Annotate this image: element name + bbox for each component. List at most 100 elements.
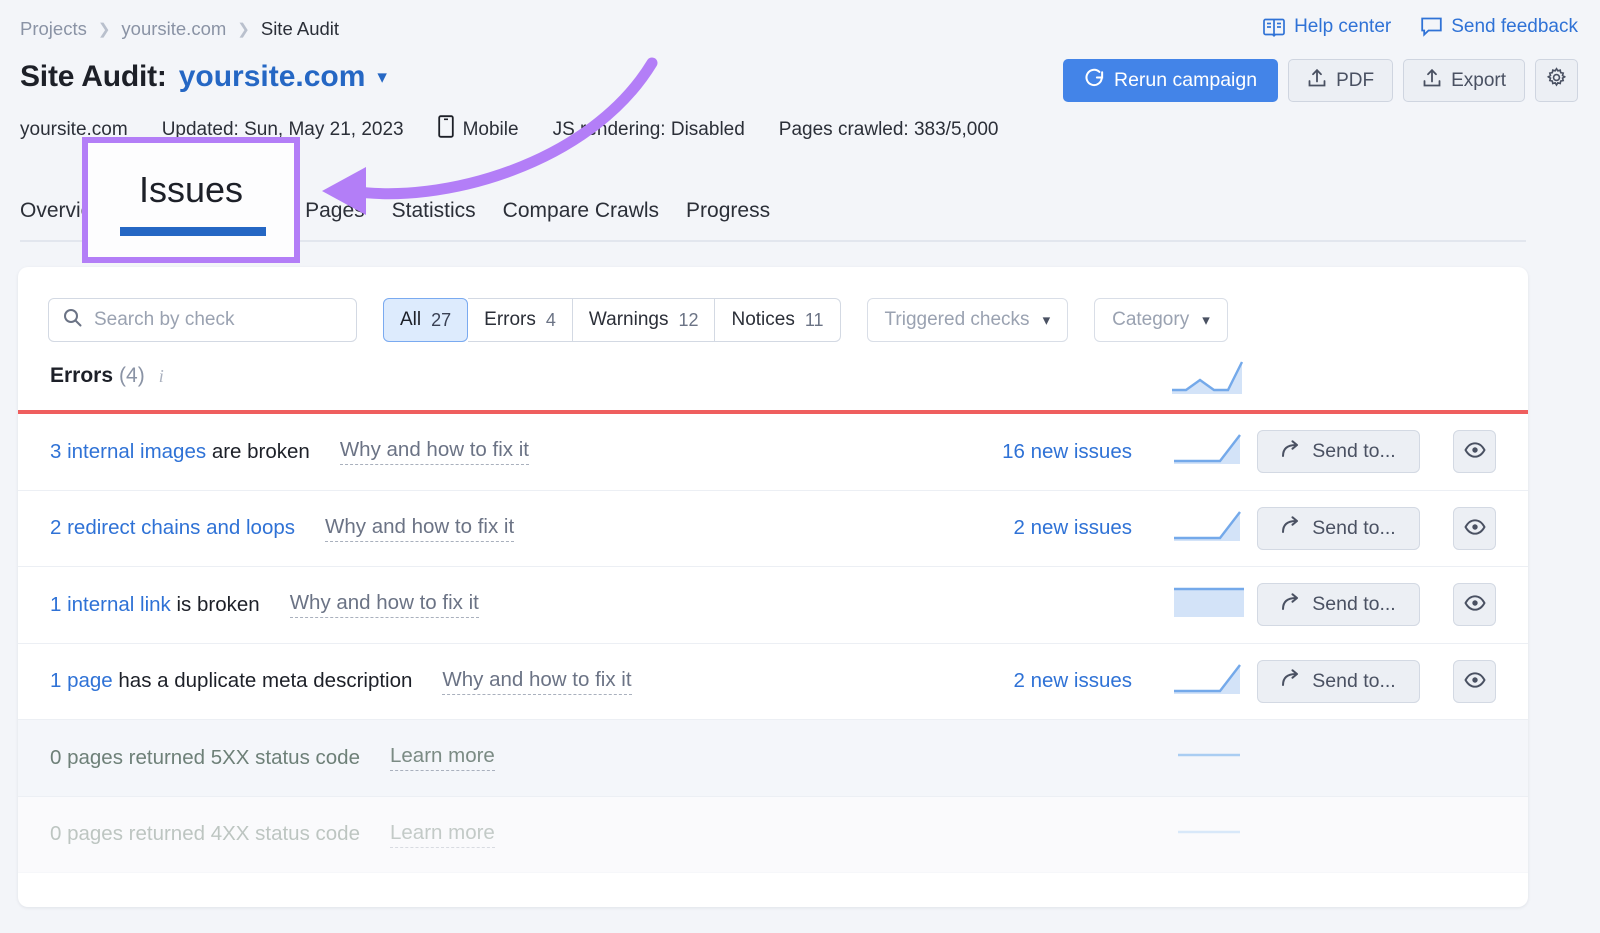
toggle-visibility-button[interactable] — [1453, 506, 1496, 550]
send-to-button[interactable]: Send to... — [1257, 659, 1420, 703]
search-input[interactable] — [94, 309, 342, 331]
chevron-down-icon: ▾ — [1202, 312, 1210, 329]
refresh-icon — [1084, 67, 1105, 94]
breadcrumb-item-projects[interactable]: Projects — [20, 18, 87, 40]
new-issues-link[interactable]: 16 new issues — [1002, 440, 1132, 464]
eye-icon — [1463, 519, 1486, 538]
eye-icon — [1463, 442, 1486, 461]
send-to-label: Send to... — [1312, 593, 1396, 616]
segment-errors[interactable]: Errors 4 — [468, 298, 573, 342]
segment-notices[interactable]: Notices 11 — [715, 298, 841, 342]
gear-icon — [1546, 67, 1567, 94]
breadcrumb-item-site-audit[interactable]: Site Audit — [261, 18, 339, 40]
table-row[interactable]: 2 redirect chains and loops Why and how … — [18, 491, 1528, 567]
upload-icon — [1422, 68, 1442, 94]
search-box[interactable] — [48, 298, 357, 342]
send-feedback-label: Send feedback — [1451, 16, 1578, 37]
table-row[interactable]: 0 pages returned 5XX status code Learn m… — [18, 720, 1528, 797]
info-icon[interactable]: i — [159, 366, 164, 387]
send-to-label: Send to... — [1312, 440, 1396, 463]
send-to-button[interactable]: Send to... — [1257, 506, 1420, 550]
upload-icon — [1307, 68, 1327, 94]
table-row[interactable]: 0 pages returned 4XX status code Learn m… — [18, 796, 1528, 873]
why-how-to-fix-link[interactable]: Why and how to fix it — [325, 515, 515, 542]
speech-bubble-icon — [1421, 17, 1442, 37]
issue-title: 0 pages returned 4XX status code — [50, 822, 360, 846]
send-to-label: Send to... — [1312, 516, 1396, 539]
triggered-checks-dropdown[interactable]: Triggered checks ▾ — [866, 298, 1069, 342]
help-center-label: Help center — [1294, 16, 1392, 37]
top-utility-links: Help center Send feedback — [1263, 16, 1578, 38]
errors-section-count: (4) — [119, 364, 145, 387]
book-icon — [1263, 18, 1285, 37]
share-arrow-icon — [1281, 440, 1302, 464]
toggle-visibility-button[interactable] — [1453, 583, 1496, 627]
issues-card: All 27 Errors 4 Warnings 12 Notices 11 T… — [18, 267, 1528, 907]
issue-rest: are broken — [206, 439, 310, 463]
share-arrow-icon — [1281, 516, 1302, 540]
annotation-arrow — [322, 57, 658, 215]
breadcrumb-item-site[interactable]: yoursite.com — [121, 18, 226, 40]
learn-more-link[interactable]: Learn more — [389, 821, 495, 848]
help-center-link[interactable]: Help center — [1263, 16, 1391, 38]
page-title-prefix: Site Audit: — [20, 60, 167, 93]
table-row[interactable]: 3 internal images are broken Why and how… — [18, 414, 1528, 491]
send-to-button[interactable]: Send to... — [1257, 430, 1420, 474]
eye-icon — [1463, 595, 1486, 614]
export-button[interactable]: Export — [1403, 59, 1525, 102]
issue-title: 0 pages returned 5XX status code — [50, 745, 360, 769]
why-how-to-fix-link[interactable]: Why and how to fix it — [339, 438, 529, 466]
errors-section-header: Errors (4) i — [18, 342, 1528, 410]
issue-link[interactable]: 1 page — [50, 669, 113, 692]
segment-warnings[interactable]: Warnings 12 — [572, 298, 716, 342]
table-row[interactable]: 1 page has a duplicate meta description … — [18, 644, 1528, 720]
segment-all-count: 27 — [431, 309, 452, 330]
breadcrumb: Projects ❯ yoursite.com ❯ Site Audit — [20, 18, 339, 40]
breadcrumb-separator-icon: ❯ — [97, 21, 111, 38]
search-icon — [63, 308, 82, 332]
new-issues-link[interactable]: 2 new issues — [1013, 669, 1132, 693]
errors-section-sparkline — [1168, 356, 1252, 403]
issues-filter-bar: All 27 Errors 4 Warnings 12 Notices 11 T… — [18, 267, 1528, 342]
rerun-campaign-button[interactable]: Rerun campaign — [1062, 59, 1279, 102]
new-issues-link[interactable]: 2 new issues — [1013, 516, 1132, 540]
segment-warnings-label: Warnings — [588, 309, 669, 330]
segment-errors-count: 4 — [545, 309, 556, 330]
issue-title: 3 internal images are broken — [50, 440, 310, 464]
segment-notices-label: Notices — [731, 309, 795, 330]
learn-more-link[interactable]: Learn more — [389, 744, 495, 772]
row-sparkline — [1170, 429, 1248, 474]
send-to-button[interactable]: Send to... — [1257, 583, 1420, 627]
why-how-to-fix-link[interactable]: Why and how to fix it — [289, 591, 479, 619]
chevron-down-icon: ▾ — [1042, 312, 1051, 329]
category-label: Category — [1112, 309, 1190, 330]
issue-link[interactable]: 3 internal images — [50, 440, 206, 463]
meta-pages-crawled: Pages crawled: 383/5,000 — [778, 118, 999, 140]
settings-button[interactable] — [1535, 59, 1578, 102]
send-feedback-link[interactable]: Send feedback — [1421, 16, 1578, 38]
breadcrumb-separator-icon: ❯ — [237, 21, 250, 38]
annotation-callout-box: Issues — [82, 137, 300, 263]
triggered-checks-label: Triggered checks — [884, 309, 1030, 330]
issue-title: 1 page has a duplicate meta description — [50, 669, 412, 693]
toggle-visibility-button[interactable] — [1453, 430, 1496, 474]
share-arrow-icon — [1281, 669, 1302, 693]
send-to-label: Send to... — [1312, 669, 1396, 692]
category-dropdown[interactable]: Category ▾ — [1094, 298, 1228, 342]
header-actions: Rerun campaign PDF Export — [1062, 59, 1578, 102]
row-sparkline — [1170, 659, 1248, 704]
segment-all-label: All — [400, 309, 422, 330]
segment-all[interactable]: All 27 — [383, 298, 469, 342]
issue-type-segmented-control: All 27 Errors 4 Warnings 12 Notices 11 — [383, 298, 841, 342]
eye-icon — [1463, 672, 1486, 691]
table-row[interactable]: 1 internal link is broken Why and how to… — [18, 567, 1528, 644]
row-sparkline — [1170, 582, 1248, 627]
tab-progress[interactable]: Progress — [686, 199, 770, 240]
site-audit-issues-page: Projects ❯ yoursite.com ❯ Site Audit Hel… — [0, 0, 1600, 933]
pdf-button[interactable]: PDF — [1288, 59, 1394, 102]
issue-link[interactable]: 1 internal link — [50, 593, 171, 616]
why-how-to-fix-link[interactable]: Why and how to fix it — [442, 668, 632, 695]
issue-link[interactable]: 2 redirect chains and loops — [50, 516, 295, 539]
share-arrow-icon — [1281, 593, 1302, 617]
toggle-visibility-button[interactable] — [1453, 659, 1496, 703]
